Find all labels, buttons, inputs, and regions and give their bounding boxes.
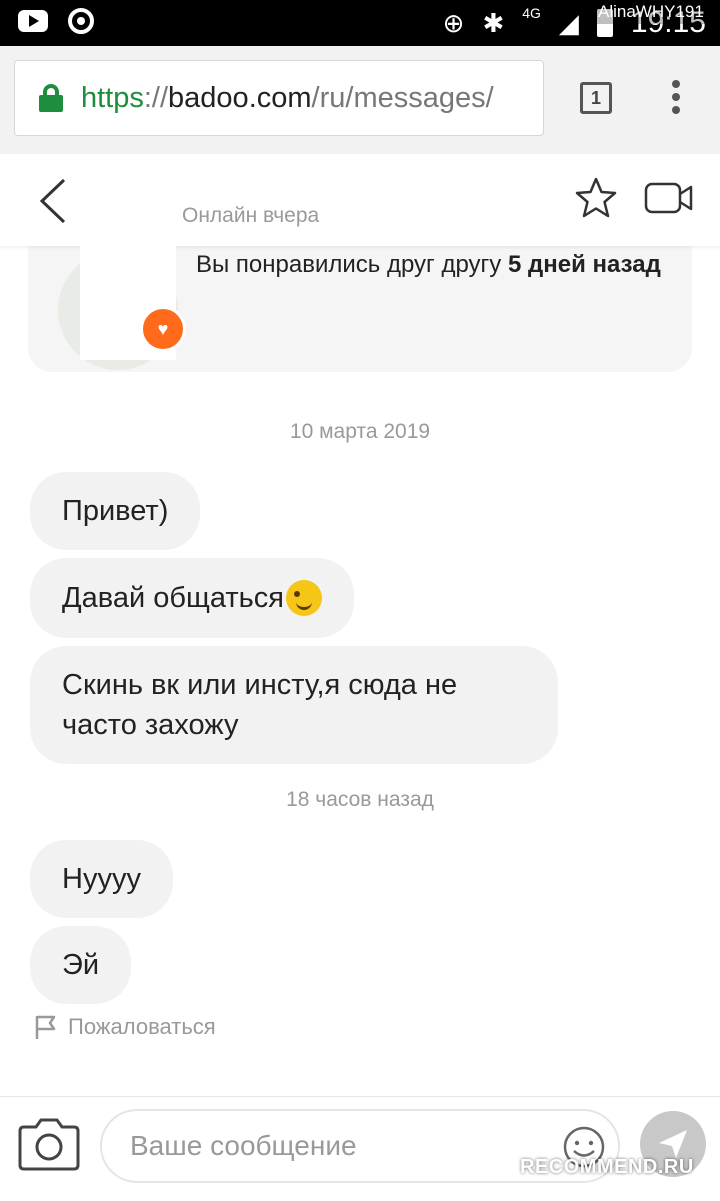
message-bubble[interactable]: Давай общаться <box>30 558 354 638</box>
message-input[interactable] <box>128 1129 552 1163</box>
message-bubble[interactable]: Эй <box>30 926 132 1004</box>
message-bubble[interactable]: Нуууу <box>30 840 173 918</box>
browser-menu-icon[interactable] <box>668 80 684 120</box>
message-text: Эй <box>62 949 100 981</box>
date-separator: 10 марта 2019 <box>289 420 431 443</box>
url-separator: :// <box>143 81 169 114</box>
tab-switcher-button[interactable]: 1 <box>580 82 612 114</box>
url-text[interactable]: https://badoo.com/ru/messages/ <box>81 82 494 115</box>
match-text: Вы понравились друг другу 5 дней назад <box>196 246 676 283</box>
video-call-icon[interactable] <box>644 180 694 216</box>
bluetooth-icon: ✱ <box>482 8 505 38</box>
wink-emoji-icon <box>285 580 322 616</box>
message-bubble[interactable]: Скинь вк или инсту,я сюда не часто захож… <box>30 646 558 764</box>
message-text: Нуууу <box>62 863 141 895</box>
message-composer <box>0 1096 720 1201</box>
message-text: Давай общаться <box>62 582 284 614</box>
address-bar[interactable]: https://badoo.com/ru/messages/ <box>14 60 544 136</box>
message-bubble[interactable]: Привет) <box>30 472 201 550</box>
heart-icon: ♥ <box>140 306 186 352</box>
status-bar-notifications <box>18 8 94 34</box>
username-overlay: AlinaWHY191 <box>592 0 710 24</box>
network-type: 4G <box>522 5 541 21</box>
browser-toolbar: https://badoo.com/ru/messages/ 1 <box>0 46 720 154</box>
flag-icon <box>35 1015 56 1039</box>
camera-icon[interactable] <box>16 1115 82 1173</box>
url-path: /ru/messages/ <box>311 81 494 114</box>
match-text-main: Вы понравились друг другу <box>196 251 508 278</box>
url-scheme: https <box>81 81 144 114</box>
report-label: Пожаловаться <box>68 1014 216 1039</box>
lock-icon <box>39 84 63 112</box>
back-icon[interactable] <box>34 176 74 226</box>
match-text-bold: 5 дней назад <box>507 251 661 278</box>
star-icon[interactable] <box>574 176 618 220</box>
watermark-logo: RECOMMEND.RU <box>520 1156 694 1178</box>
message-text: Привет) <box>62 495 169 527</box>
youtube-icon <box>18 10 48 32</box>
report-link[interactable]: Пожаловаться <box>34 1014 216 1040</box>
online-status: Онлайн вчера <box>182 204 320 227</box>
url-host: badoo.com <box>168 81 312 114</box>
chrome-icon <box>68 8 94 34</box>
date-separator: 18 часов назад <box>286 788 434 811</box>
signal-icon: ◢ <box>558 8 579 38</box>
data-saver-icon: ⊕ <box>442 8 465 38</box>
message-text: Скинь вк или инсту,я сюда не часто захож… <box>62 669 458 741</box>
